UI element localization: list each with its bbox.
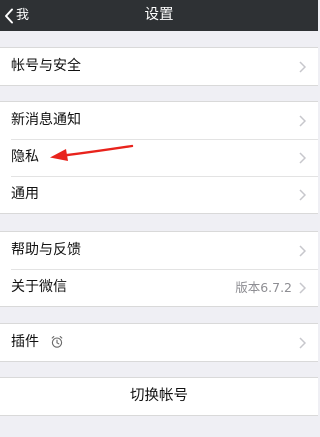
- row-label: 通用: [11, 186, 39, 202]
- chevron-right-icon: [299, 61, 306, 73]
- group-help-about: 帮助与反馈 关于微信 版本6.7.2: [0, 231, 318, 307]
- page-title: 设置: [144, 7, 174, 23]
- switch-account-label: 切换帐号: [130, 388, 188, 404]
- alarm-clock-icon: [51, 336, 63, 348]
- group-switch-account: 切换帐号: [0, 377, 318, 416]
- chevron-right-icon: [299, 282, 306, 294]
- row-about-wechat[interactable]: 关于微信 版本6.7.2: [0, 269, 318, 306]
- chevron-right-icon: [299, 189, 306, 201]
- row-new-message-notification[interactable]: 新消息通知: [0, 102, 318, 139]
- row-general[interactable]: 通用: [0, 176, 318, 213]
- row-plugins[interactable]: 插件: [0, 324, 318, 361]
- row-label: 隐私: [11, 149, 39, 165]
- chevron-right-icon: [299, 245, 306, 257]
- row-privacy[interactable]: 隐私: [0, 139, 318, 176]
- row-label: 帮助与反馈: [11, 242, 81, 258]
- navigation-bar: 我 设置: [0, 0, 318, 31]
- row-account-security[interactable]: 帐号与安全: [0, 48, 318, 85]
- switch-account-button[interactable]: 切换帐号: [0, 378, 318, 415]
- group-notifications: 新消息通知 隐私 通用: [0, 101, 318, 214]
- chevron-right-icon: [299, 152, 306, 164]
- chevron-right-icon: [299, 337, 306, 349]
- chevron-right-icon: [299, 115, 306, 127]
- version-value: 版本6.7.2: [235, 280, 292, 295]
- row-label: 新消息通知: [11, 112, 81, 128]
- group-account: 帐号与安全: [0, 47, 318, 86]
- row-label: 帐号与安全: [11, 58, 81, 74]
- group-plugins: 插件: [0, 323, 318, 362]
- row-help-feedback[interactable]: 帮助与反馈: [0, 232, 318, 269]
- row-label: 关于微信: [11, 279, 67, 295]
- row-label: 插件: [11, 334, 39, 350]
